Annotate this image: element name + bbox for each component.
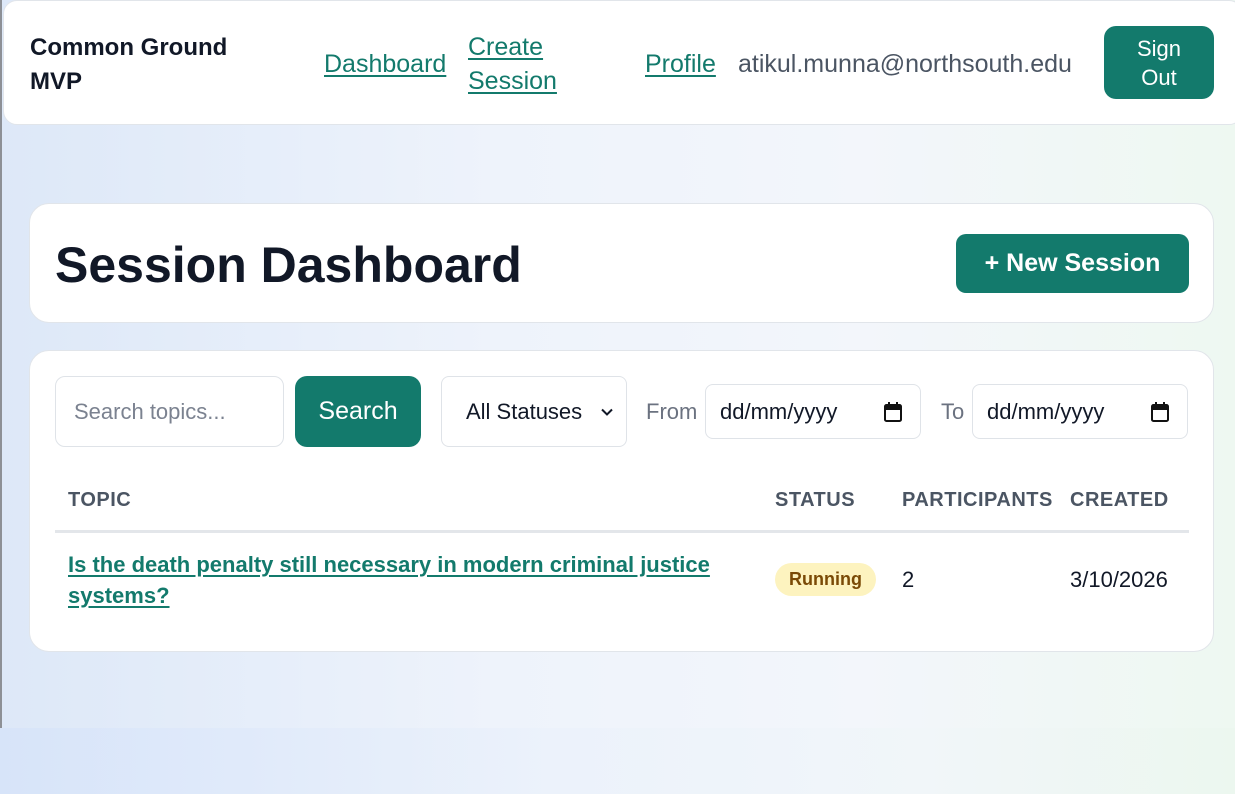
sessions-card: Search All Statuses From dd/mm/yyyy To d…: [29, 350, 1214, 652]
window-edge: [0, 0, 2, 794]
sign-out-button[interactable]: Sign Out: [1104, 26, 1214, 99]
user-email: atikul.munna@northsouth.edu: [738, 50, 1072, 78]
participants-count: 2: [902, 567, 915, 592]
search-button[interactable]: Search: [295, 376, 421, 447]
to-date-input[interactable]: dd/mm/yyyy: [972, 384, 1188, 439]
session-topic-link[interactable]: Is the death penalty still necessary in …: [68, 549, 728, 611]
column-header-participants: PARTICIPANTS: [902, 489, 1053, 511]
calendar-icon[interactable]: [1151, 401, 1169, 422]
status-filter-select[interactable]: All Statuses: [441, 376, 627, 447]
page-title: Session Dashboard: [55, 237, 522, 293]
nav-dashboard-link[interactable]: Dashboard: [324, 47, 446, 81]
to-date-value: dd/mm/yyyy: [987, 398, 1105, 424]
calendar-icon[interactable]: [884, 401, 902, 422]
footer-band: [0, 728, 1235, 794]
table-row: Is the death penalty still necessary in …: [55, 533, 1189, 628]
from-date-input[interactable]: dd/mm/yyyy: [705, 384, 921, 439]
column-header-topic: TOPIC: [68, 489, 132, 511]
dashboard-header-card: Session Dashboard + New Session: [29, 203, 1214, 323]
to-label: To: [941, 399, 965, 424]
status-badge: Running: [775, 563, 876, 596]
from-date-value: dd/mm/yyyy: [720, 398, 838, 424]
new-session-button[interactable]: + New Session: [956, 234, 1189, 293]
search-input[interactable]: [55, 376, 284, 447]
column-header-created: CREATED: [1070, 489, 1169, 511]
column-header-status: STATUS: [775, 489, 856, 511]
status-filter-value: All Statuses: [466, 398, 583, 424]
nav-create-session-link[interactable]: Create Session: [468, 30, 578, 98]
created-date: 3/10/2026: [1070, 567, 1168, 592]
brand-title: Common Ground MVP: [30, 34, 228, 95]
from-label: From: [646, 399, 698, 424]
top-navbar: Common Ground MVP Dashboard Create Sessi…: [3, 0, 1235, 125]
nav-profile-link[interactable]: Profile: [645, 47, 716, 81]
chevron-down-icon: [601, 408, 613, 416]
